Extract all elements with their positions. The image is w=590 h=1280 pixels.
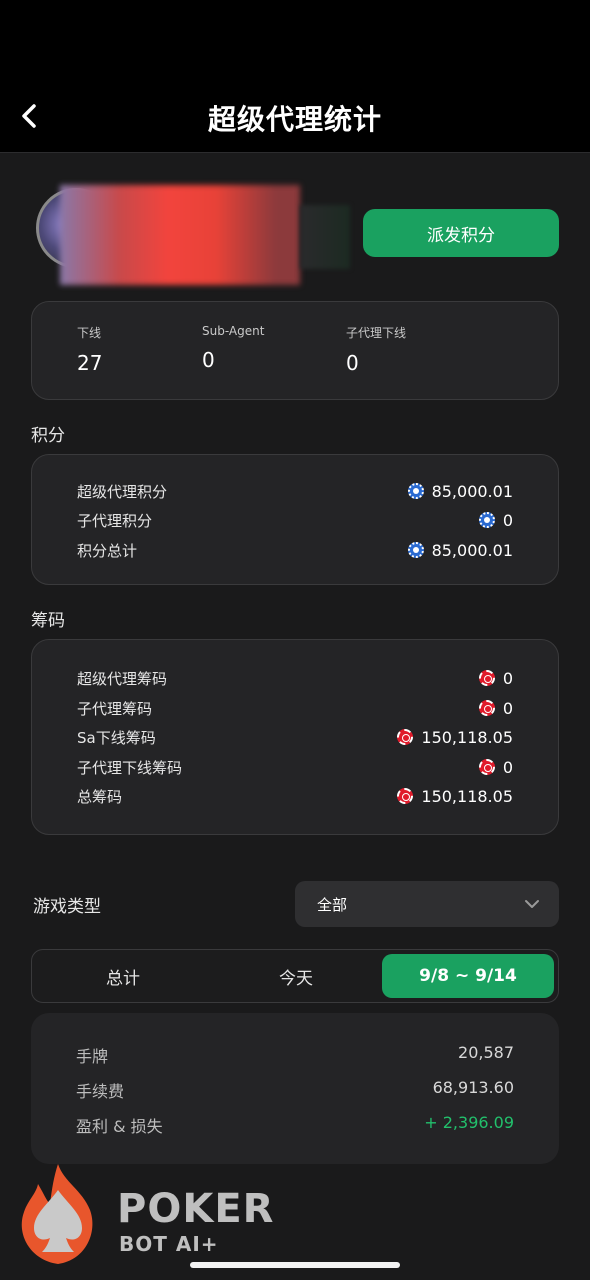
stat-label: Sub-Agent (202, 324, 265, 338)
home-indicator[interactable] (190, 1262, 400, 1268)
tab-today[interactable]: 今天 (210, 954, 382, 998)
row-label: 子代理下线筹码 (77, 758, 183, 777)
row-value: 150,118.05 (421, 727, 513, 747)
row-label: Sa下线筹码 (77, 728, 156, 747)
coin-icon (407, 542, 424, 558)
stat-sub-agent-downline: 子代理下线 0 (346, 324, 406, 375)
row-value: 68,913.60 (432, 1078, 514, 1097)
tab-total[interactable]: 总计 (36, 954, 210, 998)
summary-row-profit-loss: 盈利 & 损失 + 2,396.09 (76, 1113, 514, 1137)
header: 超级代理统计 (0, 80, 590, 153)
game-type-label: 游戏类型 (33, 897, 101, 917)
chip-icon (397, 788, 414, 804)
chip-icon (478, 759, 495, 775)
chip-icon (478, 670, 495, 686)
game-type-select[interactable]: 全部 (295, 881, 559, 927)
coin-icon (478, 512, 495, 528)
stat-sub-agent: Sub-Agent 0 (202, 324, 264, 372)
row-value: 0 (502, 698, 513, 718)
chips-row: Sa下线筹码 150,118.05 (77, 725, 513, 749)
row-value: 20,587 (458, 1043, 514, 1062)
redacted-username (60, 185, 300, 285)
row-value: 0 (502, 668, 513, 688)
flame-spade-logo-icon (21, 1164, 93, 1264)
points-card: 超级代理积分 85,000.01 子代理积分 0 积分总计 85,000.01 (31, 454, 559, 585)
chips-card: 超级代理筹码 0 子代理筹码 0 Sa下线筹码 150,118.05 子代理下线… (31, 639, 559, 835)
points-section-title: 积分 (31, 426, 65, 446)
stat-label: 下线 (77, 326, 102, 340)
chips-row: 子代理筹码 0 (77, 696, 513, 720)
points-row: 超级代理积分 85,000.01 (77, 479, 513, 503)
redacted-username-tail (300, 205, 350, 269)
dispatch-points-button[interactable]: 派发积分 (363, 209, 559, 257)
status-bar (0, 0, 590, 80)
chips-row: 总筹码 150,118.05 (77, 784, 513, 808)
row-label: 子代理筹码 (77, 699, 153, 718)
row-label: 总筹码 (77, 787, 123, 806)
summary-row-fees: 手续费 68,913.60 (76, 1078, 514, 1102)
chevron-down-icon (525, 900, 539, 908)
points-row: 子代理积分 0 (77, 508, 513, 532)
stat-downline: 下线 27 (77, 324, 102, 375)
row-label: 子代理积分 (77, 511, 153, 530)
chips-section-title: 筹码 (31, 611, 65, 631)
tab-date-range[interactable]: 9/8 ~ 9/14 (382, 954, 554, 998)
stat-label: 子代理下线 (346, 326, 407, 340)
row-value: + 2,396.09 (424, 1113, 514, 1132)
row-label: 盈利 & 损失 (76, 1117, 163, 1136)
watermark-line2: BOT AI+ (119, 1232, 219, 1256)
row-label: 超级代理积分 (77, 482, 168, 501)
row-value: 150,118.05 (421, 786, 513, 806)
row-value: 0 (502, 757, 513, 777)
game-type-selected: 全部 (317, 895, 348, 914)
stat-value: 27 (77, 351, 103, 375)
row-value: 85,000.01 (431, 481, 513, 501)
period-tabs: 总计 今天 9/8 ~ 9/14 (31, 949, 559, 1003)
chips-row: 子代理下线筹码 0 (77, 755, 513, 779)
row-label: 超级代理筹码 (77, 669, 168, 688)
chip-icon (397, 729, 414, 745)
chips-row: 超级代理筹码 0 (77, 666, 513, 690)
downline-stats-card: 下线 27 Sub-Agent 0 子代理下线 0 (31, 301, 559, 400)
stat-value: 0 (346, 351, 359, 375)
page-title: 超级代理统计 (207, 103, 382, 136)
row-label: 手牌 (76, 1047, 109, 1066)
points-row: 积分总计 85,000.01 (77, 538, 513, 562)
row-value: 85,000.01 (431, 540, 513, 560)
chip-icon (478, 700, 495, 716)
row-label: 手续费 (76, 1082, 125, 1101)
stat-value: 0 (202, 348, 215, 372)
watermark-line1: POKER (117, 1186, 275, 1232)
summary-card: 手牌 20,587 手续费 68,913.60 盈利 & 损失 + 2,396.… (31, 1013, 559, 1164)
row-label: 积分总计 (77, 541, 138, 560)
row-value: 0 (502, 510, 513, 530)
coin-icon (407, 483, 424, 499)
summary-row-hands: 手牌 20,587 (76, 1043, 514, 1067)
